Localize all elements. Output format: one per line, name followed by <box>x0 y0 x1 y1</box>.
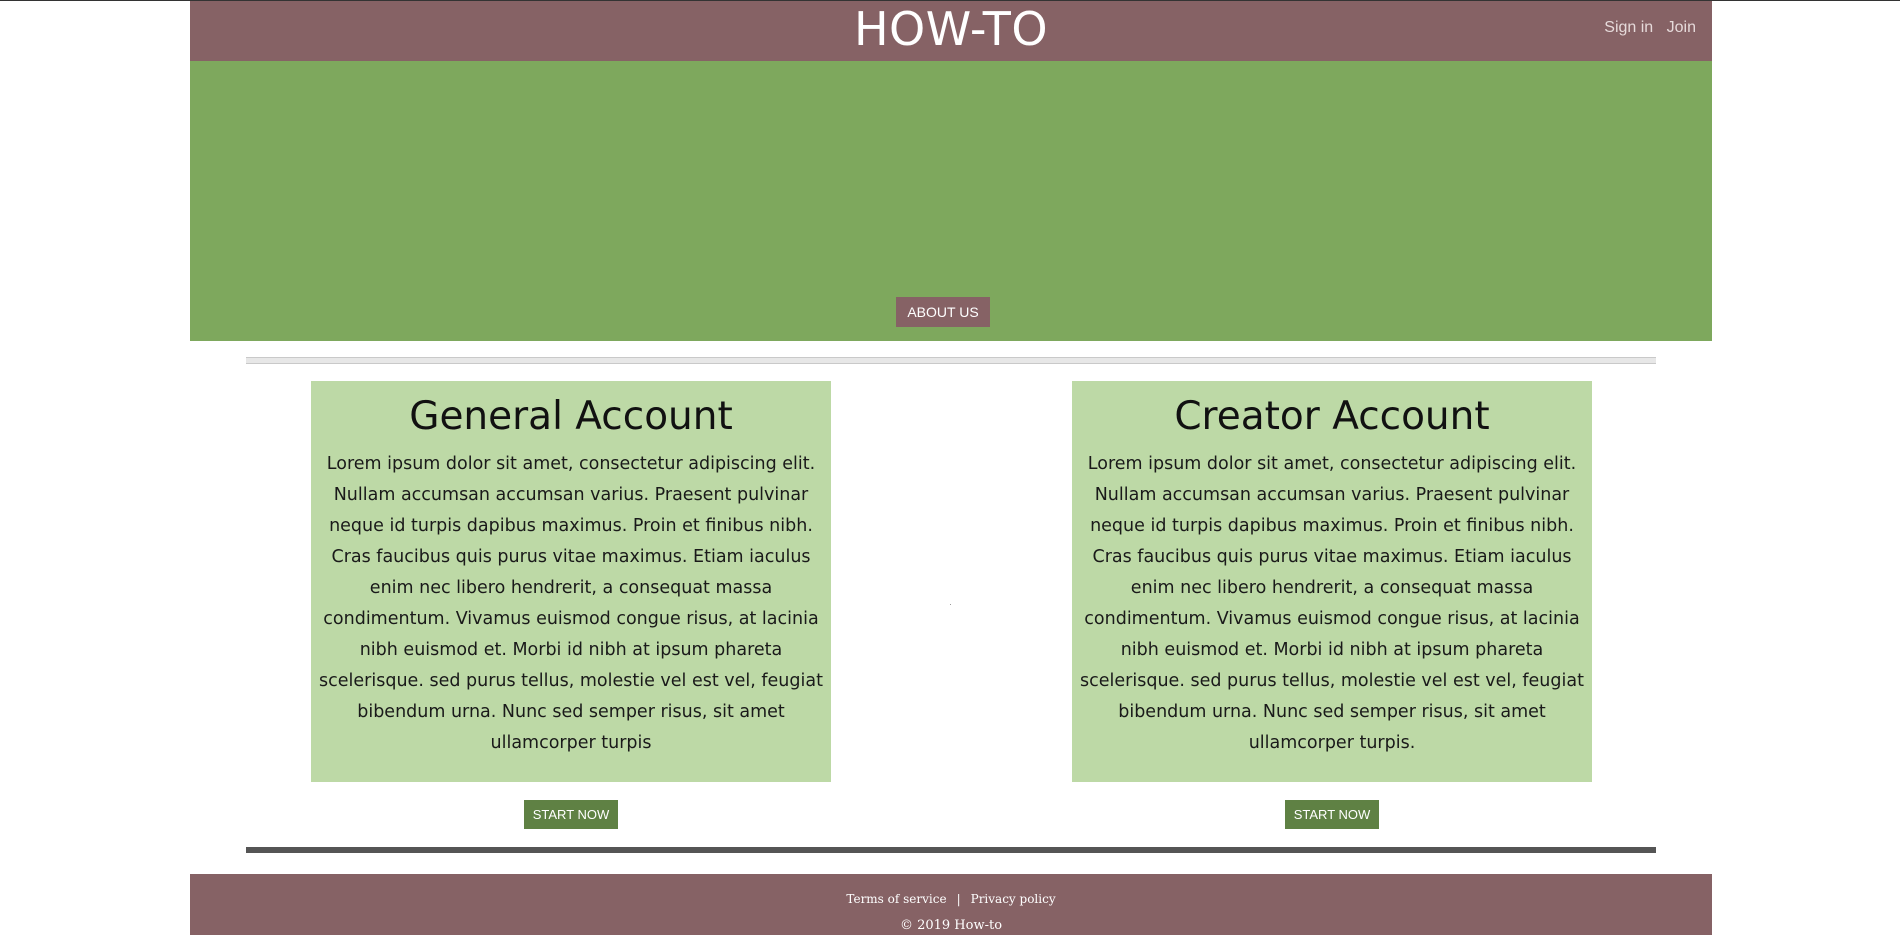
privacy-policy-link[interactable]: Privacy policy <box>971 892 1056 906</box>
page: HOW-TO Sign in Join ABOUT US General Acc… <box>190 1 1712 935</box>
hero-banner: ABOUT US <box>190 61 1712 341</box>
copyright-text: © 2019 How-to <box>899 918 1003 933</box>
footer-separator: | <box>956 892 961 906</box>
about-us-button[interactable]: ABOUT US <box>896 297 990 327</box>
sign-in-link[interactable]: Sign in <box>1604 19 1653 36</box>
general-account-card: General Account Lorem ipsum dolor sit am… <box>311 381 831 782</box>
section-divider-top <box>246 357 1656 364</box>
site-header: HOW-TO Sign in Join <box>190 1 1712 61</box>
auth-links: Sign in Join <box>1595 19 1696 37</box>
creator-account-description: Lorem ipsum dolor sit amet, consectetur … <box>1080 454 1584 753</box>
general-account-title: General Account <box>409 394 733 439</box>
general-account-description: Lorem ipsum dolor sit amet, consectetur … <box>319 454 823 753</box>
general-start-now-button[interactable]: START NOW <box>524 800 618 829</box>
creator-account-title: Creator Account <box>1174 394 1490 439</box>
site-title: HOW-TO <box>853 2 1049 56</box>
creator-start-now-button[interactable]: START NOW <box>1285 800 1379 829</box>
section-divider-bottom <box>246 847 1656 853</box>
join-link[interactable]: Join <box>1667 19 1696 36</box>
site-footer: Terms of service | Privacy policy © 2019 H… <box>190 874 1712 935</box>
creator-account-card: Creator Account Lorem ipsum dolor sit am… <box>1072 381 1592 782</box>
stray-dot <box>950 604 951 605</box>
terms-of-service-link[interactable]: Terms of service <box>846 892 946 906</box>
footer-links: Terms of service | Privacy policy <box>190 891 1712 907</box>
